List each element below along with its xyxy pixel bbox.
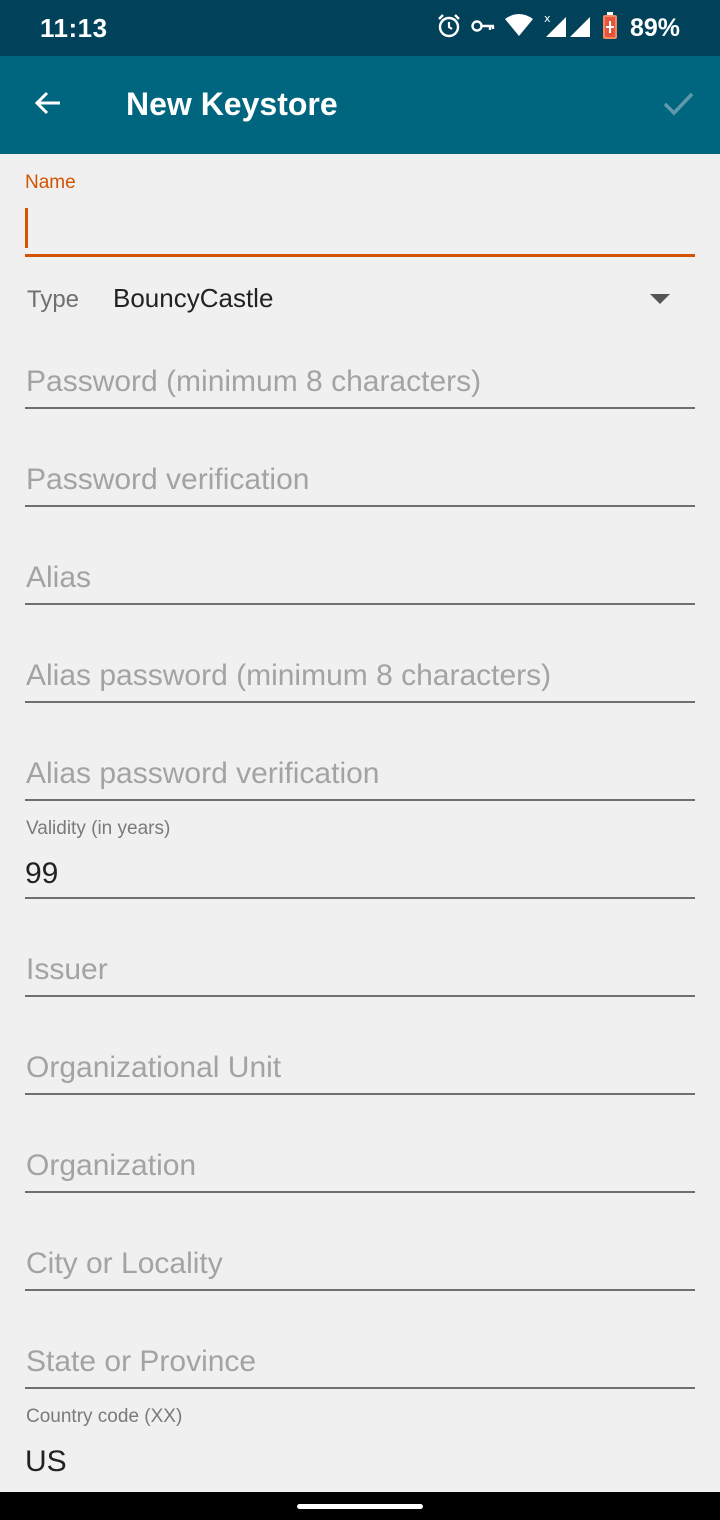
alias-password-placeholder: Alias password (minimum 8 characters) <box>26 659 552 692</box>
page-title: New Keystore <box>126 86 338 122</box>
alias-underline <box>25 603 695 605</box>
wifi-icon <box>504 13 534 44</box>
password-placeholder: Password (minimum 8 characters) <box>26 365 482 398</box>
alias-password-field[interactable]: Alias password (minimum 8 characters) <box>25 654 695 704</box>
validity-underline <box>25 897 695 899</box>
organizational-unit-placeholder: Organizational Unit <box>26 1051 282 1084</box>
organizational-unit-underline <box>25 1093 695 1095</box>
country-code-field[interactable]: Country code (XX) US <box>25 1404 695 1490</box>
organizational-unit-field[interactable]: Organizational Unit <box>25 1046 695 1096</box>
arrow-back-icon <box>32 87 64 124</box>
svg-text:x: x <box>544 12 551 25</box>
password-underline <box>25 407 695 409</box>
city-underline <box>25 1289 695 1291</box>
password-field[interactable]: Password (minimum 8 characters) <box>25 360 695 410</box>
check-icon <box>661 86 695 125</box>
alarm-icon <box>436 13 462 44</box>
organization-field[interactable]: Organization <box>25 1144 695 1194</box>
app-bar: New Keystore <box>0 56 720 154</box>
back-button[interactable] <box>24 81 72 129</box>
alias-placeholder: Alias <box>26 561 92 594</box>
country-code-label: Country code (XX) <box>26 1406 183 1427</box>
confirm-button[interactable] <box>654 81 702 129</box>
home-gesture-handle[interactable] <box>297 1504 423 1509</box>
battery-icon <box>602 11 618 45</box>
alias-password-underline <box>25 701 695 703</box>
city-placeholder: City or Locality <box>26 1247 223 1280</box>
alias-password-verification-underline <box>25 799 695 801</box>
issuer-underline <box>25 995 695 997</box>
password-verification-field[interactable]: Password verification <box>25 458 695 508</box>
type-label: Type <box>27 286 80 313</box>
alias-field[interactable]: Alias <box>25 556 695 606</box>
type-select[interactable]: BouncyCastle <box>113 283 273 314</box>
navigation-bar <box>0 1492 720 1520</box>
alias-password-verification-field[interactable]: Alias password verification <box>25 752 695 802</box>
issuer-placeholder: Issuer <box>26 953 108 986</box>
vpn-key-icon <box>470 13 496 44</box>
status-time: 11:13 <box>40 13 108 43</box>
name-underline <box>25 254 695 257</box>
name-field[interactable] <box>25 208 28 248</box>
city-field[interactable]: City or Locality <box>25 1242 695 1292</box>
status-icons: x 89% <box>436 11 680 45</box>
signal-icon: x <box>542 12 594 45</box>
validity-label: Validity (in years) <box>26 818 171 839</box>
battery-percent: 89% <box>629 13 680 42</box>
password-verification-placeholder: Password verification <box>26 463 310 496</box>
dropdown-arrow-icon[interactable] <box>650 294 670 304</box>
country-code-value: US <box>25 1445 67 1478</box>
validity-field[interactable]: Validity (in years) 99 <box>25 816 695 900</box>
state-field[interactable]: State or Province <box>25 1340 695 1390</box>
organization-placeholder: Organization <box>26 1149 197 1182</box>
status-bar: 11:13 x 89% <box>0 0 720 56</box>
state-placeholder: State or Province <box>26 1345 257 1378</box>
organization-underline <box>25 1191 695 1193</box>
alias-password-verification-placeholder: Alias password verification <box>26 757 380 790</box>
issuer-field[interactable]: Issuer <box>25 948 695 998</box>
state-underline <box>25 1387 695 1389</box>
name-label: Name <box>25 172 76 193</box>
validity-value: 99 <box>25 857 59 890</box>
password-verification-underline <box>25 505 695 507</box>
